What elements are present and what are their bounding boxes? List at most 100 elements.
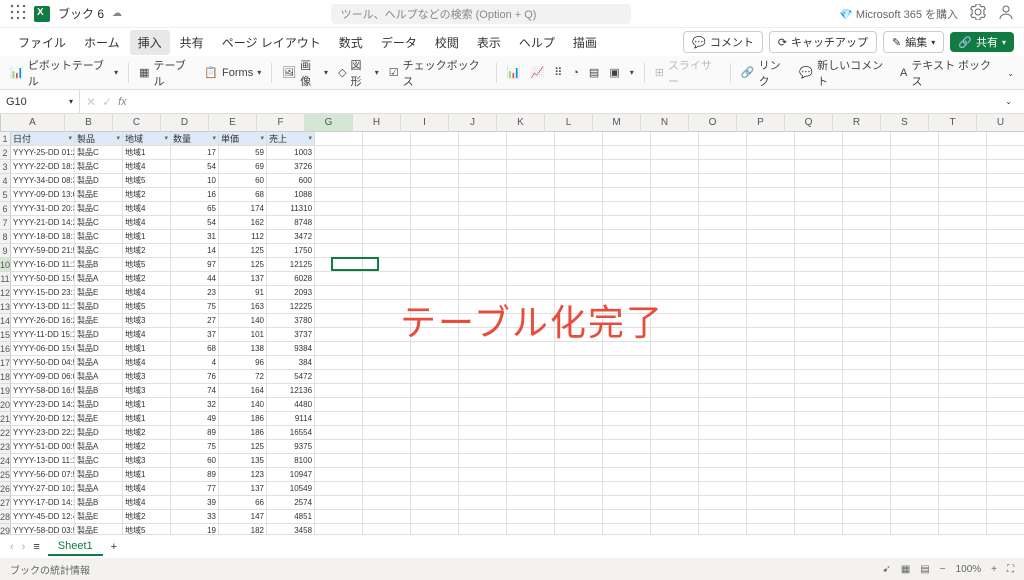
cell[interactable] — [411, 160, 459, 174]
cell[interactable] — [843, 482, 891, 496]
formula-input[interactable] — [133, 96, 1000, 108]
cell[interactable]: 8100 — [267, 454, 315, 468]
cell[interactable] — [987, 132, 1024, 146]
cell[interactable] — [603, 146, 651, 160]
cell[interactable]: 地域4 — [123, 356, 171, 370]
cell[interactable] — [843, 160, 891, 174]
cell[interactable]: 140 — [219, 398, 267, 412]
cell[interactable] — [507, 258, 555, 272]
cell[interactable] — [651, 440, 699, 454]
menu-item-1[interactable]: ホーム — [76, 30, 128, 55]
cell[interactable]: 地域5 — [123, 258, 171, 272]
cell[interactable] — [939, 384, 987, 398]
cell[interactable] — [699, 342, 747, 356]
cell[interactable] — [651, 230, 699, 244]
cell[interactable] — [939, 174, 987, 188]
cell[interactable]: 68 — [219, 188, 267, 202]
cell[interactable] — [651, 272, 699, 286]
cell[interactable] — [315, 300, 363, 314]
cell[interactable] — [795, 160, 843, 174]
cell[interactable] — [315, 524, 363, 534]
cell[interactable]: 9384 — [267, 342, 315, 356]
cell[interactable] — [987, 244, 1024, 258]
cell[interactable] — [315, 216, 363, 230]
cell[interactable]: 137 — [219, 272, 267, 286]
cell[interactable] — [315, 258, 363, 272]
cell[interactable] — [891, 146, 939, 160]
cell[interactable]: 17 — [171, 146, 219, 160]
cell[interactable] — [747, 468, 795, 482]
cell[interactable] — [363, 412, 411, 426]
cell[interactable] — [411, 146, 459, 160]
cell[interactable]: 製品D — [75, 300, 123, 314]
cell[interactable]: 地域2 — [123, 244, 171, 258]
row-header-18[interactable]: 18 — [0, 370, 11, 384]
cell[interactable]: 125 — [219, 258, 267, 272]
cell[interactable] — [747, 202, 795, 216]
chart-more-icon[interactable]: ▾ — [630, 68, 634, 77]
document-title[interactable]: ブック 6 — [58, 5, 104, 22]
cell[interactable]: 6028 — [267, 272, 315, 286]
cell[interactable]: 製品A — [75, 440, 123, 454]
cell[interactable] — [555, 384, 603, 398]
cell[interactable] — [795, 216, 843, 230]
cell[interactable] — [555, 230, 603, 244]
col-header-Q[interactable]: Q — [785, 114, 833, 132]
comment-button[interactable]: 💬 コメント — [683, 31, 763, 53]
menu-item-3[interactable]: 共有 — [172, 30, 212, 55]
cell[interactable]: 186 — [219, 412, 267, 426]
cell[interactable]: 101 — [219, 328, 267, 342]
cell[interactable] — [411, 412, 459, 426]
col-header-R[interactable]: R — [833, 114, 881, 132]
menu-item-0[interactable]: ファイル — [10, 30, 74, 55]
cell[interactable] — [747, 300, 795, 314]
cell[interactable] — [603, 244, 651, 258]
cell[interactable] — [411, 356, 459, 370]
cell[interactable] — [987, 328, 1024, 342]
cell[interactable] — [795, 188, 843, 202]
cell[interactable] — [507, 132, 555, 146]
cell[interactable] — [603, 412, 651, 426]
cell[interactable] — [651, 146, 699, 160]
cell[interactable]: 4480 — [267, 398, 315, 412]
cell[interactable]: 地域4 — [123, 482, 171, 496]
cell[interactable]: YYYY-16-DD 11:16:55 — [11, 258, 75, 272]
cell[interactable]: 125 — [219, 440, 267, 454]
cell[interactable] — [843, 524, 891, 534]
cell[interactable] — [459, 412, 507, 426]
cell[interactable] — [939, 146, 987, 160]
image-button[interactable]: 🖼 画像 ▾ — [282, 57, 328, 89]
cell[interactable] — [363, 202, 411, 216]
tab-nav-next-icon[interactable]: › — [22, 541, 26, 553]
cell[interactable] — [939, 510, 987, 524]
cell[interactable]: 3726 — [267, 160, 315, 174]
cell[interactable] — [459, 174, 507, 188]
cell[interactable] — [459, 202, 507, 216]
row-header-4[interactable]: 4 — [0, 174, 11, 188]
cell[interactable]: YYYY-17-DD 14:17:55 — [11, 496, 75, 510]
cell[interactable] — [699, 146, 747, 160]
cell[interactable] — [699, 440, 747, 454]
cell[interactable]: 地域1 — [123, 342, 171, 356]
cell[interactable] — [843, 356, 891, 370]
cell[interactable]: 地域1 — [123, 412, 171, 426]
cell[interactable] — [699, 174, 747, 188]
col-header-M[interactable]: M — [593, 114, 641, 132]
cell[interactable] — [987, 160, 1024, 174]
cell[interactable] — [363, 160, 411, 174]
row-header-6[interactable]: 6 — [0, 202, 11, 216]
cell[interactable] — [507, 188, 555, 202]
cell[interactable] — [315, 370, 363, 384]
cell[interactable]: 16554 — [267, 426, 315, 440]
cell[interactable]: 16 — [171, 188, 219, 202]
cell[interactable] — [555, 174, 603, 188]
cell[interactable] — [939, 160, 987, 174]
cell[interactable] — [987, 370, 1024, 384]
cell[interactable]: YYYY-25-DD 01:25:55 — [11, 146, 75, 160]
cell[interactable]: YYYY-51-DD 00:51:55 — [11, 440, 75, 454]
table-header-cell[interactable]: 製品▾ — [75, 132, 123, 146]
cell[interactable] — [843, 286, 891, 300]
col-header-N[interactable]: N — [641, 114, 689, 132]
cell[interactable] — [939, 202, 987, 216]
cell[interactable] — [987, 258, 1024, 272]
